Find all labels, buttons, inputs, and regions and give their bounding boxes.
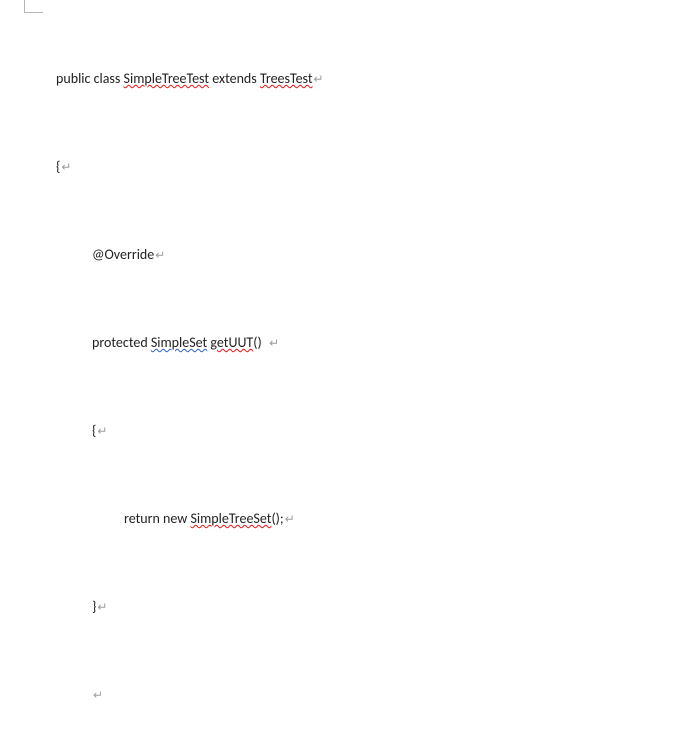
code-line: protected SimpleSet getUUT() ↵ xyxy=(56,332,467,354)
spell-squiggle: SimpleTreeSet xyxy=(190,510,271,527)
code-line: {↵ xyxy=(56,156,467,178)
pilcrow-icon: ↵ xyxy=(268,336,279,350)
code-text: (); xyxy=(271,510,283,527)
pilcrow-icon: ↵ xyxy=(92,688,103,702)
code-text: public class xyxy=(56,70,124,87)
column-marker xyxy=(24,0,43,13)
pilcrow-icon: ↵ xyxy=(154,248,165,262)
code-text: return new xyxy=(124,510,190,527)
code-line: return new SimpleTreeSet();↵ xyxy=(56,508,467,530)
code-text: extends xyxy=(209,70,260,87)
spell-squiggle: getUUT xyxy=(210,334,253,351)
pilcrow-icon: ↵ xyxy=(284,512,295,526)
grammar-squiggle: SimpleSet xyxy=(151,334,207,351)
code-line: @Override↵ xyxy=(56,244,467,266)
code-line: public class SimpleTreeTest extends Tree… xyxy=(56,68,467,90)
spell-squiggle: SimpleTreeTest xyxy=(124,70,210,87)
code-line: {↵ xyxy=(56,420,467,442)
pilcrow-icon: ↵ xyxy=(313,72,324,86)
code-text: protected xyxy=(92,334,151,351)
pilcrow-icon: ↵ xyxy=(96,600,107,614)
code-text: @Override xyxy=(92,246,154,263)
pilcrow-icon: ↵ xyxy=(96,424,107,438)
code-block: public class SimpleTreeTest extends Tree… xyxy=(56,2,467,729)
code-line: }↵ xyxy=(56,596,467,618)
code-text: () xyxy=(253,334,268,351)
code-line: ↵ xyxy=(56,684,467,706)
pilcrow-icon: ↵ xyxy=(60,160,71,174)
spell-squiggle: TreesTest xyxy=(260,70,313,87)
